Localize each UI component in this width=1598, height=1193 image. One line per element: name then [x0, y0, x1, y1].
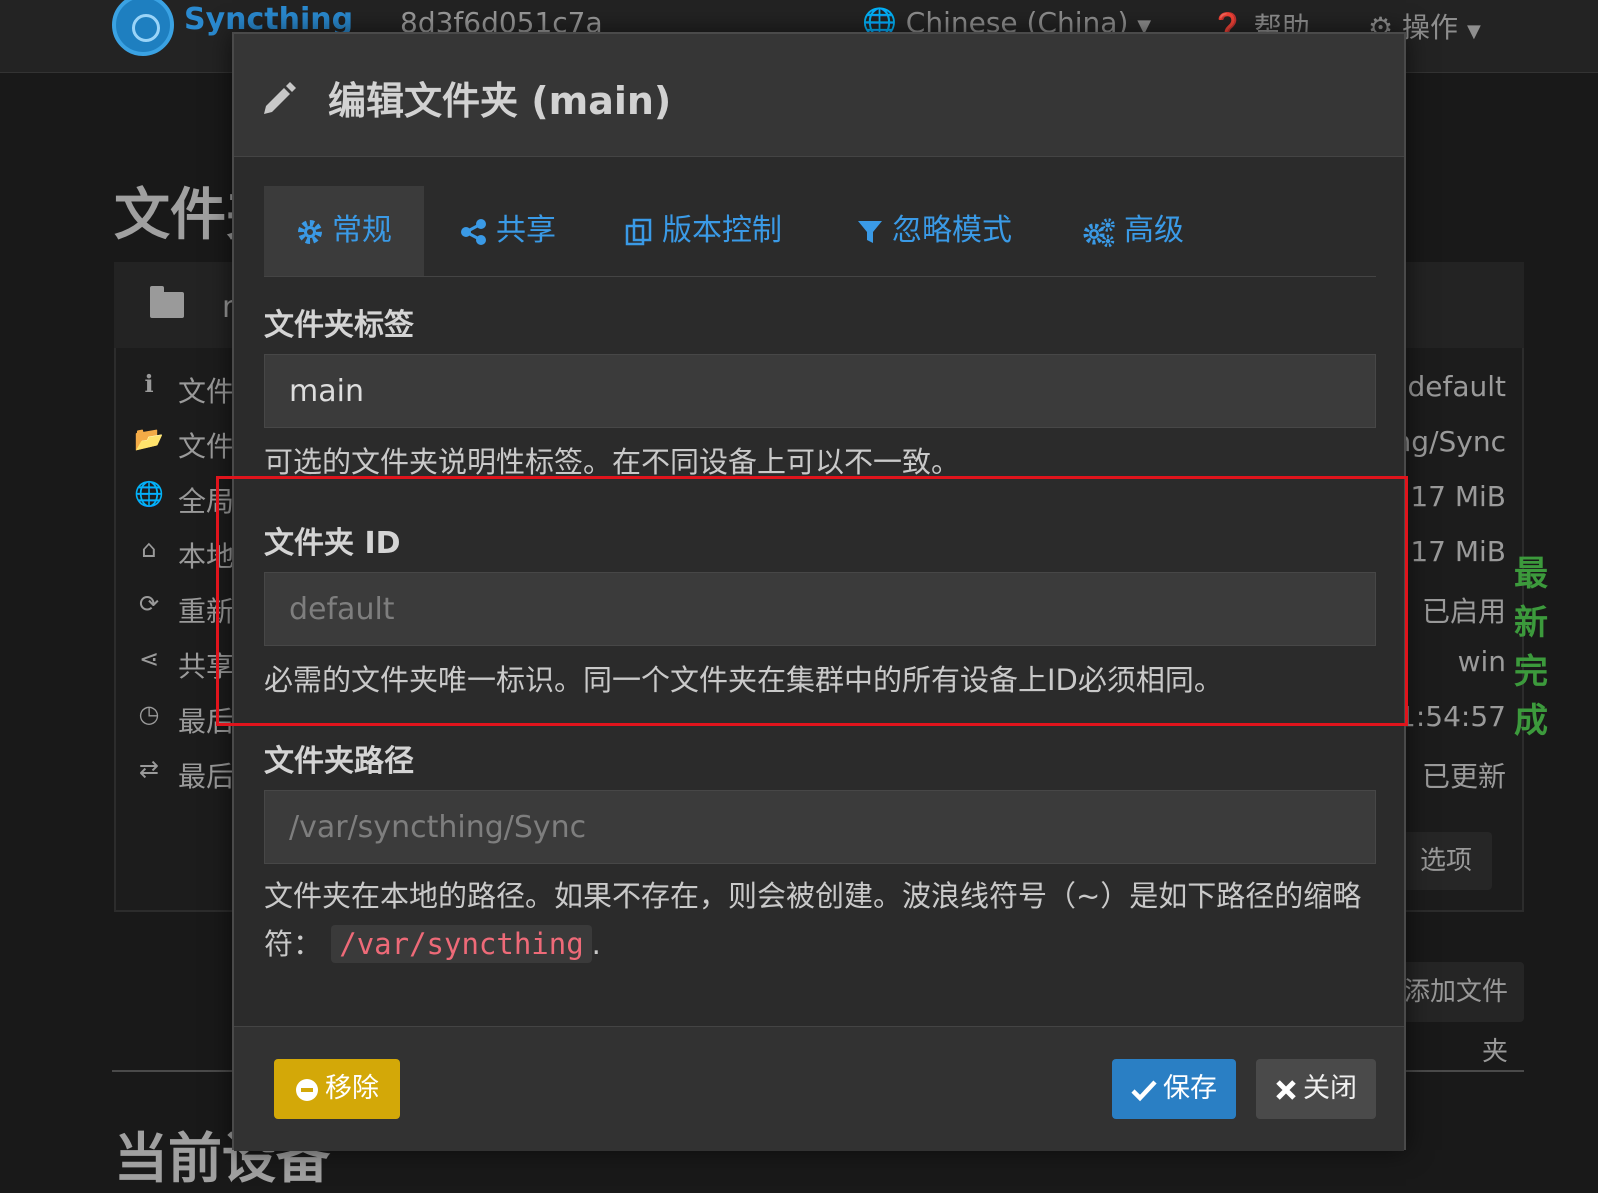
check-icon	[1131, 1079, 1157, 1101]
modal-title: 编辑文件夹 (main)	[328, 79, 672, 123]
folder-path-help-code: /var/syncthing	[331, 925, 592, 963]
folder-open-icon: 📂	[134, 425, 164, 453]
folder-detail-value: default	[1407, 370, 1506, 403]
folder-id-input[interactable]	[264, 572, 1376, 646]
folder-detail-value: win	[1457, 645, 1506, 678]
tab-versioning[interactable]: 版本控制	[624, 186, 782, 276]
tab-sharing-label: 共享	[496, 213, 556, 248]
tab-general-label: 常规	[332, 213, 392, 248]
remove-button[interactable]: 移除	[274, 1059, 400, 1119]
save-label: 保存	[1163, 1073, 1217, 1104]
info-icon: ℹ	[144, 370, 154, 398]
caret-down-icon: ▼	[1466, 21, 1481, 42]
options-label: 选项	[1419, 846, 1472, 876]
folder-detail-value: 已更新	[1421, 760, 1506, 793]
tab-advanced-label: 高级	[1124, 213, 1184, 248]
actions-label: 操作	[1402, 11, 1459, 44]
files-icon	[625, 218, 652, 245]
folder-icon	[150, 286, 184, 318]
folder-label-input[interactable]	[264, 354, 1376, 428]
close-icon	[1276, 1079, 1296, 1100]
share-icon	[461, 218, 486, 245]
folder-path-input[interactable]	[264, 790, 1376, 864]
folder-label-heading: 文件夹标签	[264, 308, 414, 343]
clock-icon: ◷	[138, 700, 160, 728]
tab-general[interactable]: 常规	[264, 186, 424, 276]
folder-detail-value: 已启用	[1421, 595, 1506, 628]
folder-id-heading: 文件夹 ID	[264, 526, 401, 561]
modal-header: 编辑文件夹 (main)	[234, 34, 1404, 157]
tab-ignore-patterns-label: 忽略模式	[892, 213, 1012, 248]
globe-icon: 🌐	[134, 480, 164, 508]
modal-footer: 移除 保存 关闭	[234, 1026, 1404, 1151]
exchange-icon: ⇄	[138, 755, 160, 783]
syncthing-logo-icon[interactable]	[112, 0, 174, 56]
folder-path-heading: 文件夹路径	[264, 744, 414, 779]
add-folder-label: 添加文件夹	[1403, 977, 1508, 1067]
folder-label-help: 可选的文件夹说明性标签。在不同设备上可以不一致。	[264, 445, 961, 479]
edit-folder-modal: 编辑文件夹 (main) 常规 共享 版本控制 忽略模式 高级 文件夹标签 ma…	[232, 32, 1406, 1151]
tab-versioning-label: 版本控制	[662, 213, 782, 248]
folder-path-help: 文件夹在本地的路径。如果不存在，则会被创建。波浪线符号（~）是如下路径的缩略符：…	[264, 872, 1376, 968]
folder-path-help-end: .	[591, 927, 601, 961]
home-icon: ⌂	[141, 535, 157, 563]
refresh-icon: ⟳	[138, 590, 160, 618]
save-button[interactable]: 保存	[1112, 1059, 1236, 1119]
folder-status: 最新完成	[1514, 554, 1548, 741]
folder-id-help: 必需的文件夹唯一标识。同一个文件夹在集群中的所有设备上ID必须相同。	[264, 663, 1223, 697]
tab-advanced[interactable]: 高级	[1082, 186, 1184, 276]
close-button[interactable]: 关闭	[1256, 1059, 1376, 1119]
filter-icon	[858, 220, 882, 243]
share-icon: ⋖	[138, 645, 160, 673]
tab-ignore-patterns[interactable]: 忽略模式	[856, 186, 1012, 276]
gear-icon	[298, 219, 322, 244]
tab-bar: 常规 共享 版本控制 忽略模式 高级	[264, 186, 1376, 277]
close-label: 关闭	[1303, 1073, 1357, 1104]
tab-sharing[interactable]: 共享	[460, 186, 556, 276]
pencil-icon	[264, 82, 296, 114]
cogs-icon	[1083, 217, 1115, 247]
remove-label: 移除	[325, 1073, 379, 1104]
minus-circle-icon	[296, 1078, 318, 1101]
